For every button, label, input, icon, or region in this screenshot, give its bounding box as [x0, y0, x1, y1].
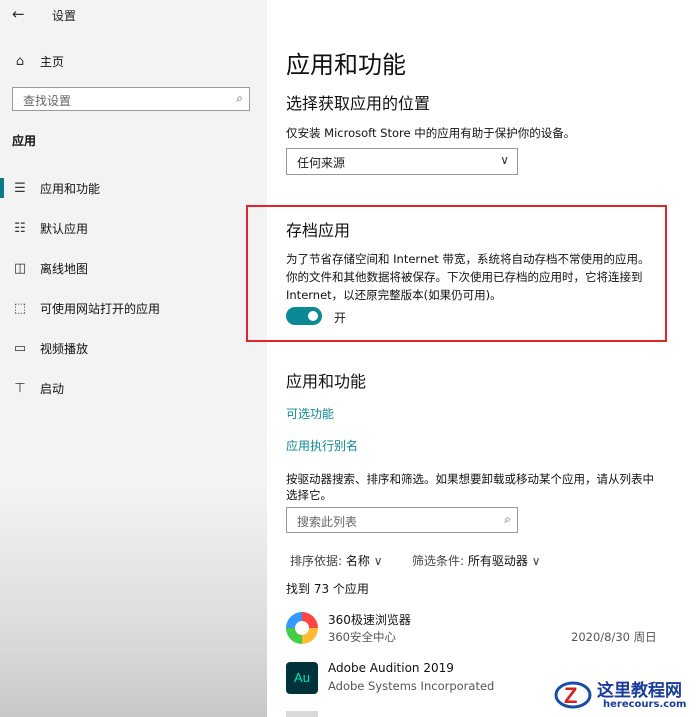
archive-description-line: Internet，以还原完整版本(如果仍可用)。: [286, 288, 502, 302]
apps-description-line: 选择它。: [286, 488, 332, 502]
window-title: 设置: [52, 9, 77, 23]
sidebar-section-label: 应用: [12, 134, 37, 148]
sidebar-item-home[interactable]: ⌂ 主页: [12, 53, 64, 70]
watermark-text: 这里教程网: [597, 681, 682, 701]
install-source-description: 仅安装 Microsoft Store 中的应用有助于保护你的设备。: [286, 126, 576, 140]
sidebar-item-label: 默认应用: [40, 222, 89, 236]
filter-by-dropdown[interactable]: 筛选条件: 所有驱动器 ∨: [412, 552, 541, 569]
filter-label: 筛选条件:: [412, 554, 465, 568]
app-name: Adobe Audition 2019: [328, 661, 454, 675]
toggle-label: 开: [334, 311, 347, 325]
app-name: 360极速浏览器: [328, 613, 411, 627]
svg-text:Z: Z: [564, 683, 577, 708]
back-arrow-icon[interactable]: ←: [12, 5, 25, 23]
search-icon: ⌕: [504, 512, 511, 526]
app-list-search-input[interactable]: 搜索此列表 ⌕: [286, 507, 518, 533]
sort-label: 排序依据:: [290, 554, 343, 568]
sort-by-dropdown[interactable]: 排序依据: 名称 ∨: [290, 552, 383, 569]
watermark: Z 这里教程网 herecours.com: [553, 672, 698, 717]
sidebar-item-startup[interactable]: ⊤ 启动: [12, 380, 64, 397]
sidebar-item-offline-maps[interactable]: ◫ 离线地图: [12, 260, 88, 277]
sidebar-item-video-playback[interactable]: ▭ 视频播放: [12, 340, 88, 357]
install-source-dropdown[interactable]: 任何来源 ∨: [286, 148, 518, 175]
browser-icon-center: [295, 621, 309, 635]
search-placeholder: 查找设置: [23, 94, 72, 108]
toggle-knob: [308, 311, 318, 321]
offline-maps-icon: ◫: [13, 261, 27, 276]
settings-search-input[interactable]: 查找设置 ⌕: [12, 87, 250, 111]
app-install-date: 2020/8/30 周日: [571, 630, 657, 644]
home-icon: ⌂: [15, 54, 25, 69]
watermark-url: herecours.com: [603, 699, 687, 710]
sidebar-item-label: 启动: [40, 382, 65, 396]
sidebar: ← 设置 ⌂ 主页 查找设置 ⌕ 应用 ☰ 应用和功能 ☷ 默认应用 ◫ 离线地…: [0, 0, 267, 717]
install-source-heading: 选择获取应用的位置: [286, 94, 431, 113]
sidebar-item-label: 主页: [40, 55, 65, 69]
archive-description-line: 你的文件和其他数据将被保存。下次使用已存档的应用时，它将连接到: [286, 270, 643, 284]
chevron-down-icon: ∨: [531, 554, 541, 568]
watermark-logo-icon: Z: [554, 681, 592, 709]
app-execution-aliases-link[interactable]: 应用执行别名: [286, 437, 358, 454]
list-item[interactable]: 360极速浏览器 360安全中心 2020/8/30 周日: [280, 608, 680, 648]
dropdown-value: 任何来源: [297, 156, 346, 170]
apps-features-heading: 应用和功能: [286, 372, 367, 391]
active-indicator: [0, 178, 4, 198]
archive-apps-heading: 存档应用: [286, 221, 351, 240]
sort-value: 名称: [345, 554, 370, 568]
archive-apps-toggle[interactable]: [286, 307, 322, 325]
sidebar-item-label: 应用和功能: [40, 182, 101, 196]
search-icon: ⌕: [236, 91, 243, 105]
sidebar-item-default-apps[interactable]: ☷ 默认应用: [12, 220, 88, 237]
startup-icon: ⊤: [14, 381, 26, 396]
chevron-down-icon: ∨: [500, 153, 509, 167]
apps-list-icon: ☰: [14, 181, 26, 196]
sidebar-item-label: 离线地图: [40, 262, 89, 276]
archive-description-line: 为了节省存储空间和 Internet 带宽，系统将自动存档不常使用的应用。: [286, 252, 650, 266]
app-publisher: Adobe Systems Incorporated: [328, 679, 495, 693]
app-count: 找到 73 个应用: [286, 582, 369, 596]
app-publisher: 360安全中心: [328, 630, 396, 644]
websites-apps-icon: ⬚: [13, 301, 27, 316]
optional-features-link[interactable]: 可选功能: [286, 405, 334, 422]
sidebar-item-label: 可使用网站打开的应用: [40, 302, 161, 316]
sidebar-item-label: 视频播放: [40, 342, 89, 356]
apps-description-line: 按驱动器搜索、排序和筛选。如果想要卸载或移动某个应用，请从列表中: [286, 472, 654, 486]
page-title: 应用和功能: [286, 51, 406, 79]
chevron-down-icon: ∨: [373, 554, 383, 568]
video-playback-icon: ▭: [13, 341, 27, 356]
sidebar-item-websites-apps[interactable]: ⬚ 可使用网站打开的应用: [12, 300, 160, 317]
adobe-audition-icon: Au: [286, 662, 318, 694]
default-apps-icon: ☷: [14, 221, 26, 236]
360-browser-icon: [286, 612, 318, 644]
partial-app-icon: [286, 711, 318, 717]
search-placeholder: 搜索此列表: [297, 515, 358, 529]
sidebar-item-apps-features[interactable]: ☰ 应用和功能: [12, 180, 100, 197]
filter-value: 所有驱动器: [467, 554, 528, 568]
